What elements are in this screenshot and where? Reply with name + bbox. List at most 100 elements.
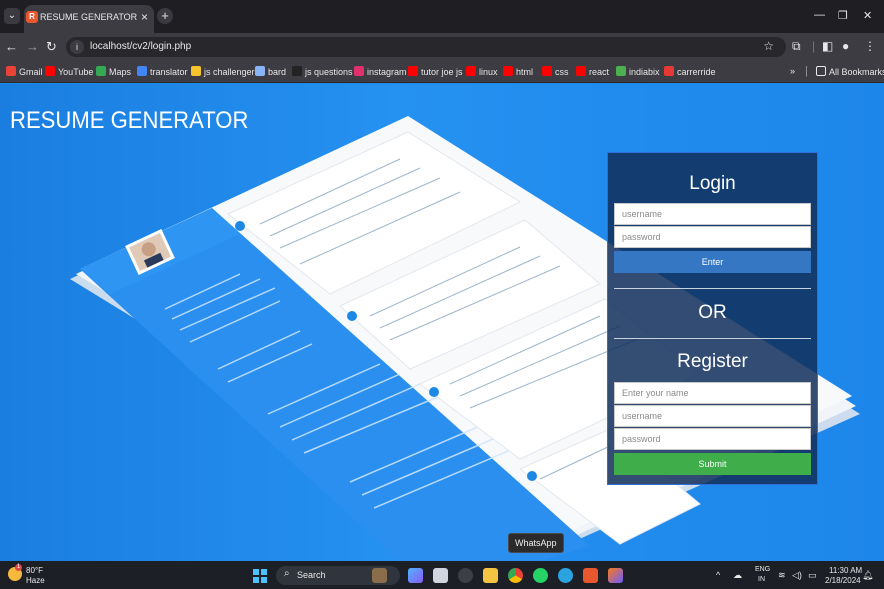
forward-arrow-icon[interactable]: →: [26, 39, 39, 54]
side-panel-icon[interactable]: ◧: [822, 39, 833, 53]
folder-icon: [816, 66, 826, 76]
bookmarks-divider: |: [805, 65, 808, 77]
weather-condition[interactable]: Haze: [26, 576, 45, 585]
notification-badge: 1: [15, 564, 22, 571]
minimize-icon[interactable]: —: [814, 9, 825, 21]
indiabix-icon: [616, 66, 626, 76]
gmail-icon: [6, 66, 16, 76]
tab-close-icon[interactable]: ×: [141, 10, 148, 24]
register-heading: Register: [677, 351, 748, 372]
react-youtube-icon: [576, 66, 586, 76]
battery-icon[interactable]: ▭: [808, 570, 817, 581]
bookmark-react[interactable]: react: [576, 66, 609, 77]
login-password-input[interactable]: [614, 226, 811, 248]
restore-icon[interactable]: ❐: [838, 9, 848, 22]
bookmark-tutor-joe-js[interactable]: tutor joe js: [408, 66, 463, 77]
vscode-icon[interactable]: [608, 568, 623, 583]
xampp-icon[interactable]: [583, 568, 598, 583]
js-challenger-icon: [191, 66, 201, 76]
bookmark-bard[interactable]: bard: [255, 66, 286, 77]
bookmarks-bar: Gmail YouTube Maps translator js challen…: [0, 61, 884, 83]
copilot-icon[interactable]: [408, 568, 423, 583]
wifi-icon[interactable]: ≋: [778, 570, 786, 581]
tab-search-icon[interactable]: ⌄: [4, 8, 20, 24]
bookmark-instagram[interactable]: instagram: [354, 66, 407, 77]
divider-line: [614, 338, 811, 339]
bookmark-html[interactable]: html: [503, 66, 533, 77]
tutor-joe-youtube-icon: [408, 66, 418, 76]
task-view-icon[interactable]: [433, 568, 448, 583]
bookmark-css[interactable]: css: [542, 66, 569, 77]
instagram-icon: [354, 66, 364, 76]
volume-icon[interactable]: ◁): [792, 570, 802, 581]
reload-icon[interactable]: ↻: [46, 39, 57, 55]
css-youtube-icon: [542, 66, 552, 76]
chrome-icon[interactable]: [508, 568, 523, 583]
close-window-icon[interactable]: ✕: [863, 9, 872, 22]
region-indicator[interactable]: IN: [758, 576, 765, 583]
weather-temperature[interactable]: 80°F: [26, 566, 43, 575]
clock-time[interactable]: 11:30 AM: [829, 566, 862, 575]
register-name-input[interactable]: [614, 382, 811, 404]
file-explorer-icon[interactable]: [483, 568, 498, 583]
profile-icon[interactable]: ●: [842, 39, 849, 53]
or-separator: OR: [698, 302, 727, 323]
tab-title: RESUME GENERATOR: [40, 12, 138, 22]
onedrive-cloud-icon[interactable]: ☁: [733, 570, 742, 581]
page-content: RESUME GENERATOR Login Enter OR Register…: [0, 84, 884, 561]
search-icon: ⌕: [284, 568, 290, 579]
bookmark-carrerride[interactable]: carrerride: [664, 66, 716, 77]
html-youtube-icon: [503, 66, 513, 76]
settings-gear-icon[interactable]: [458, 568, 473, 583]
maps-icon: [96, 66, 106, 76]
whatsapp-tooltip: WhatsApp: [508, 533, 564, 553]
bookmark-gmail[interactable]: Gmail: [6, 66, 43, 77]
bookmark-js-challenger[interactable]: js challenger: [191, 66, 255, 77]
register-username-input[interactable]: [614, 405, 811, 427]
resume-favicon-icon: R: [26, 11, 38, 23]
carrerride-icon: [664, 66, 674, 76]
toolbar-divider: |: [812, 39, 816, 53]
bookmark-indiabix[interactable]: indiabix: [616, 66, 660, 77]
telegram-icon[interactable]: [558, 568, 573, 583]
clock-date[interactable]: 2/18/2024: [825, 576, 861, 585]
bookmark-star-icon[interactable]: ☆: [763, 39, 774, 53]
bookmark-js-questions[interactable]: js questions: [292, 66, 353, 77]
page-title: RESUME GENERATOR: [10, 107, 249, 134]
login-heading: Login: [689, 173, 736, 194]
submit-button[interactable]: Submit: [614, 453, 811, 475]
auth-panel: Login Enter OR Register Submit: [607, 152, 818, 485]
notification-bell-icon[interactable]: 🔔︎: [862, 570, 873, 581]
new-tab-icon[interactable]: +: [157, 8, 173, 24]
login-username-input[interactable]: [614, 203, 811, 225]
menu-kebab-icon[interactable]: ⋮: [864, 39, 876, 53]
whatsapp-icon[interactable]: [533, 568, 548, 583]
bookmark-youtube[interactable]: YouTube: [45, 66, 93, 77]
bookmark-translator[interactable]: translator: [137, 66, 188, 77]
bookmark-linux[interactable]: linux: [466, 66, 498, 77]
people-app-icon[interactable]: [372, 568, 387, 583]
url-text[interactable]: localhost/cv2/login.php: [90, 41, 191, 52]
browser-tab[interactable]: R RESUME GENERATOR ×: [24, 5, 154, 33]
language-indicator[interactable]: ENG: [755, 566, 770, 573]
bookmarks-overflow-icon[interactable]: »: [790, 66, 795, 76]
browser-tabstrip: ⌄ R RESUME GENERATOR × + — ❐ ✕: [0, 0, 884, 33]
divider-line: [614, 288, 811, 289]
browser-toolbar: ← → ↻ i localhost/cv2/login.php ☆ ⧉ | ◧ …: [0, 33, 884, 61]
register-password-input[interactable]: [614, 428, 811, 450]
site-info-icon[interactable]: i: [70, 40, 84, 54]
youtube-icon: [45, 66, 55, 76]
bard-icon: [255, 66, 265, 76]
bookmark-maps[interactable]: Maps: [96, 66, 131, 77]
all-bookmarks[interactable]: All Bookmarks: [816, 66, 884, 77]
back-arrow-icon[interactable]: ←: [5, 39, 18, 54]
linux-youtube-icon: [466, 66, 476, 76]
enter-button[interactable]: Enter: [614, 251, 811, 273]
translator-icon: [137, 66, 147, 76]
extensions-icon[interactable]: ⧉: [792, 39, 801, 54]
windows-start-icon[interactable]: [253, 569, 267, 583]
search-label: Search: [297, 570, 326, 580]
address-bar[interactable]: i localhost/cv2/login.php ☆: [66, 37, 786, 57]
js-questions-icon: [292, 66, 302, 76]
show-hidden-icons-icon[interactable]: ^: [716, 570, 720, 580]
